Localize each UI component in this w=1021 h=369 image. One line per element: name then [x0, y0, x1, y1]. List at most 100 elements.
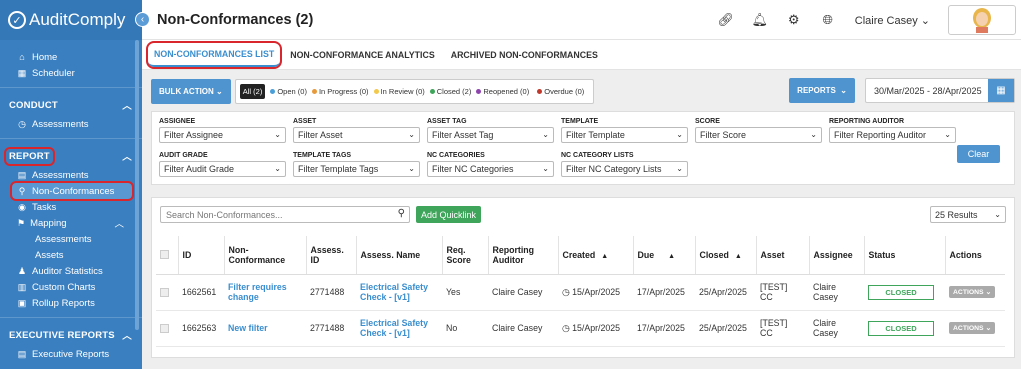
- assessment-link[interactable]: Check - [v1]: [360, 292, 410, 302]
- cell-closed: 25/Apr/2025: [695, 310, 756, 347]
- actions-dropdown[interactable]: ACTIONS ⌄: [949, 286, 996, 298]
- sidebar-item-auditor-statistics[interactable]: ♟ Auditor Statistics: [0, 263, 142, 279]
- sidebar-item-non-conformances[interactable]: ⚲ Non-Conformances: [10, 181, 134, 201]
- sidebar-subitem-mapping-assessments[interactable]: Assessments: [0, 231, 142, 247]
- table-row[interactable]: 1662561 Filter requires change 2771488 El…: [156, 274, 1005, 311]
- asset-tag-select[interactable]: Filter Asset Tag ⌄: [427, 127, 554, 143]
- sidebar-section-report[interactable]: REPORT ︿: [0, 145, 142, 167]
- filter-overdue[interactable]: Overdue (0): [537, 87, 584, 96]
- col-status[interactable]: Status: [863, 236, 945, 275]
- col-non-conformance[interactable]: Non- Conformance: [223, 236, 306, 275]
- col-asset[interactable]: Asset: [755, 236, 809, 275]
- sidebar-item-scheduler[interactable]: ▦ Scheduler: [0, 65, 142, 81]
- template-tags-select[interactable]: Filter Template Tags ⌄: [293, 161, 420, 177]
- select-all-checkbox[interactable]: [160, 250, 169, 260]
- col-label: Created: [562, 249, 596, 260]
- asset-select[interactable]: Filter Asset ⌄: [293, 127, 420, 143]
- nc-link[interactable]: Filter requires: [228, 282, 287, 292]
- bell-icon[interactable]: 🔔︎: [752, 12, 769, 28]
- nc-category-lists-select[interactable]: Filter NC Category Lists ⌄: [561, 161, 688, 177]
- row-select-cell: [156, 310, 178, 347]
- sidebar-item-report-assessments[interactable]: ▤ Assessments: [0, 167, 142, 183]
- sort-up-icon[interactable]: ▲: [735, 253, 742, 260]
- cell-due: 17/Apr/2025: [633, 310, 695, 347]
- sort-up-icon[interactable]: ▲: [601, 253, 608, 260]
- clear-filters-button[interactable]: Clear: [957, 145, 1000, 163]
- sidebar-scrollbar[interactable]: [135, 40, 139, 330]
- col-assess-id[interactable]: Assess. ID: [305, 236, 356, 275]
- chevron-up-icon: ︿: [122, 101, 132, 112]
- col-reporting-auditor[interactable]: Reporting Auditor: [487, 236, 558, 275]
- sidebar-item-mapping[interactable]: ⚑ Mapping ︿: [0, 215, 142, 231]
- table-row[interactable]: 1662563 New filter 2771488 Electrical Sa…: [156, 310, 1005, 347]
- col-due[interactable]: Due ▲: [632, 236, 695, 275]
- select-value: Filter Audit Grade: [164, 164, 235, 174]
- filter-in-review[interactable]: In Review (0): [373, 87, 425, 96]
- cell-id: 1662561: [178, 274, 224, 311]
- cell-non-conformance[interactable]: New filter: [224, 310, 306, 347]
- date-range-picker[interactable]: 30/Mar/2025 - 28/Apr/2025 ▦: [865, 78, 1015, 103]
- sort-up-icon[interactable]: ▲: [668, 253, 675, 260]
- nc-link[interactable]: New filter: [228, 323, 268, 333]
- user-menu[interactable]: Claire Casey ⌄: [855, 14, 930, 27]
- col-created[interactable]: Created ▲: [557, 236, 633, 275]
- cell-due: 17/Apr/2025: [633, 274, 695, 311]
- tab-archived-non-conformances[interactable]: ARCHIVED NON-CONFORMANCES: [445, 43, 604, 67]
- collapse-sidebar-button[interactable]: ‹: [135, 12, 150, 27]
- add-quicklink-button[interactable]: Add Quicklink: [416, 206, 482, 223]
- row-checkbox[interactable]: [160, 323, 169, 333]
- link-icon[interactable]: 🔗︎: [718, 12, 735, 28]
- filter-reopened[interactable]: Reopened (0): [476, 87, 529, 96]
- results-per-page-select[interactable]: 25 Results ⌄: [930, 206, 1006, 223]
- chevron-down-icon: ⌄: [944, 130, 951, 139]
- col-assess-name[interactable]: Assess. Name: [355, 236, 442, 275]
- bulk-action-button[interactable]: BULK ACTION ⌄: [151, 78, 231, 104]
- sidebar-item-rollup-reports[interactable]: ▣ Rollup Reports: [0, 295, 142, 311]
- col-assignee[interactable]: Assignee: [808, 236, 864, 275]
- sidebar-item-tasks[interactable]: ◉ Tasks: [0, 199, 142, 215]
- search-icon[interactable]: ⚲: [398, 208, 405, 219]
- user-name: Claire Casey: [854, 14, 918, 27]
- calendar-icon[interactable]: ▦: [988, 79, 1014, 102]
- tab-non-conformances-list[interactable]: NON-CONFORMANCES LIST: [145, 40, 283, 69]
- gear-icon[interactable]: ⚙: [786, 12, 802, 28]
- globe-icon[interactable]: 🌐︎: [820, 12, 836, 28]
- select-value: Filter NC Categories: [432, 164, 514, 174]
- filter-in-progress[interactable]: In Progress (0): [311, 87, 369, 96]
- filter-closed[interactable]: Closed (2): [429, 87, 471, 96]
- nc-link[interactable]: change: [228, 292, 259, 302]
- avatar[interactable]: [948, 5, 1016, 35]
- score-select[interactable]: Filter Score ⌄: [695, 127, 822, 143]
- template-select[interactable]: Filter Template ⌄: [561, 127, 688, 143]
- sidebar-item-custom-charts[interactable]: ▥ Custom Charts: [0, 279, 142, 295]
- filter-open[interactable]: Open (0): [270, 87, 307, 96]
- cell-assess-name[interactable]: Electrical Safety Check - [v1]: [356, 274, 442, 311]
- search-input[interactable]: Search Non-Conformances... ⚲: [160, 206, 410, 223]
- sidebar-section-conduct[interactable]: CONDUCT ︿: [0, 94, 142, 116]
- audit-grade-select[interactable]: Filter Audit Grade ⌄: [159, 161, 286, 177]
- nc-categories-select[interactable]: Filter NC Categories ⌄: [427, 161, 554, 177]
- cell-non-conformance[interactable]: Filter requires change: [224, 274, 306, 311]
- chevron-up-icon: ︿: [122, 331, 132, 342]
- row-checkbox[interactable]: [160, 287, 169, 297]
- app-logo[interactable]: ✓ AuditComply: [0, 0, 142, 40]
- sidebar-item-home[interactable]: ⌂ Home: [0, 49, 142, 65]
- assessment-link[interactable]: Electrical Safety: [360, 282, 428, 292]
- filter-all[interactable]: All (2): [239, 83, 266, 99]
- tab-non-conformance-analytics[interactable]: NON-CONFORMANCE ANALYTICS: [284, 43, 441, 67]
- sidebar-subitem-mapping-assets[interactable]: Assets: [0, 247, 142, 263]
- sidebar-section-executive[interactable]: EXECUTIVE REPORTS ︿: [0, 324, 142, 346]
- sidebar-item-label: Rollup Reports: [32, 297, 95, 309]
- actions-dropdown[interactable]: ACTIONS ⌄: [949, 322, 996, 334]
- reporting-auditor-select[interactable]: Filter Reporting Auditor ⌄: [829, 127, 956, 143]
- col-closed[interactable]: Closed ▲: [694, 236, 756, 275]
- col-req-score[interactable]: Req. Score: [441, 236, 488, 275]
- cell-assess-name[interactable]: Electrical Safety Check - [v1]: [356, 310, 442, 347]
- sidebar-item-conduct-assessments[interactable]: ◷ Assessments: [0, 116, 142, 132]
- assessment-link[interactable]: Electrical Safety: [360, 318, 428, 328]
- assessment-link[interactable]: Check - [v1]: [360, 328, 410, 338]
- assignee-select[interactable]: Filter Assignee ⌄: [159, 127, 286, 143]
- col-id[interactable]: ID: [177, 236, 224, 275]
- reports-button[interactable]: REPORTS ⌄: [789, 78, 855, 103]
- sidebar-item-executive-reports[interactable]: ▤ Executive Reports: [0, 346, 142, 362]
